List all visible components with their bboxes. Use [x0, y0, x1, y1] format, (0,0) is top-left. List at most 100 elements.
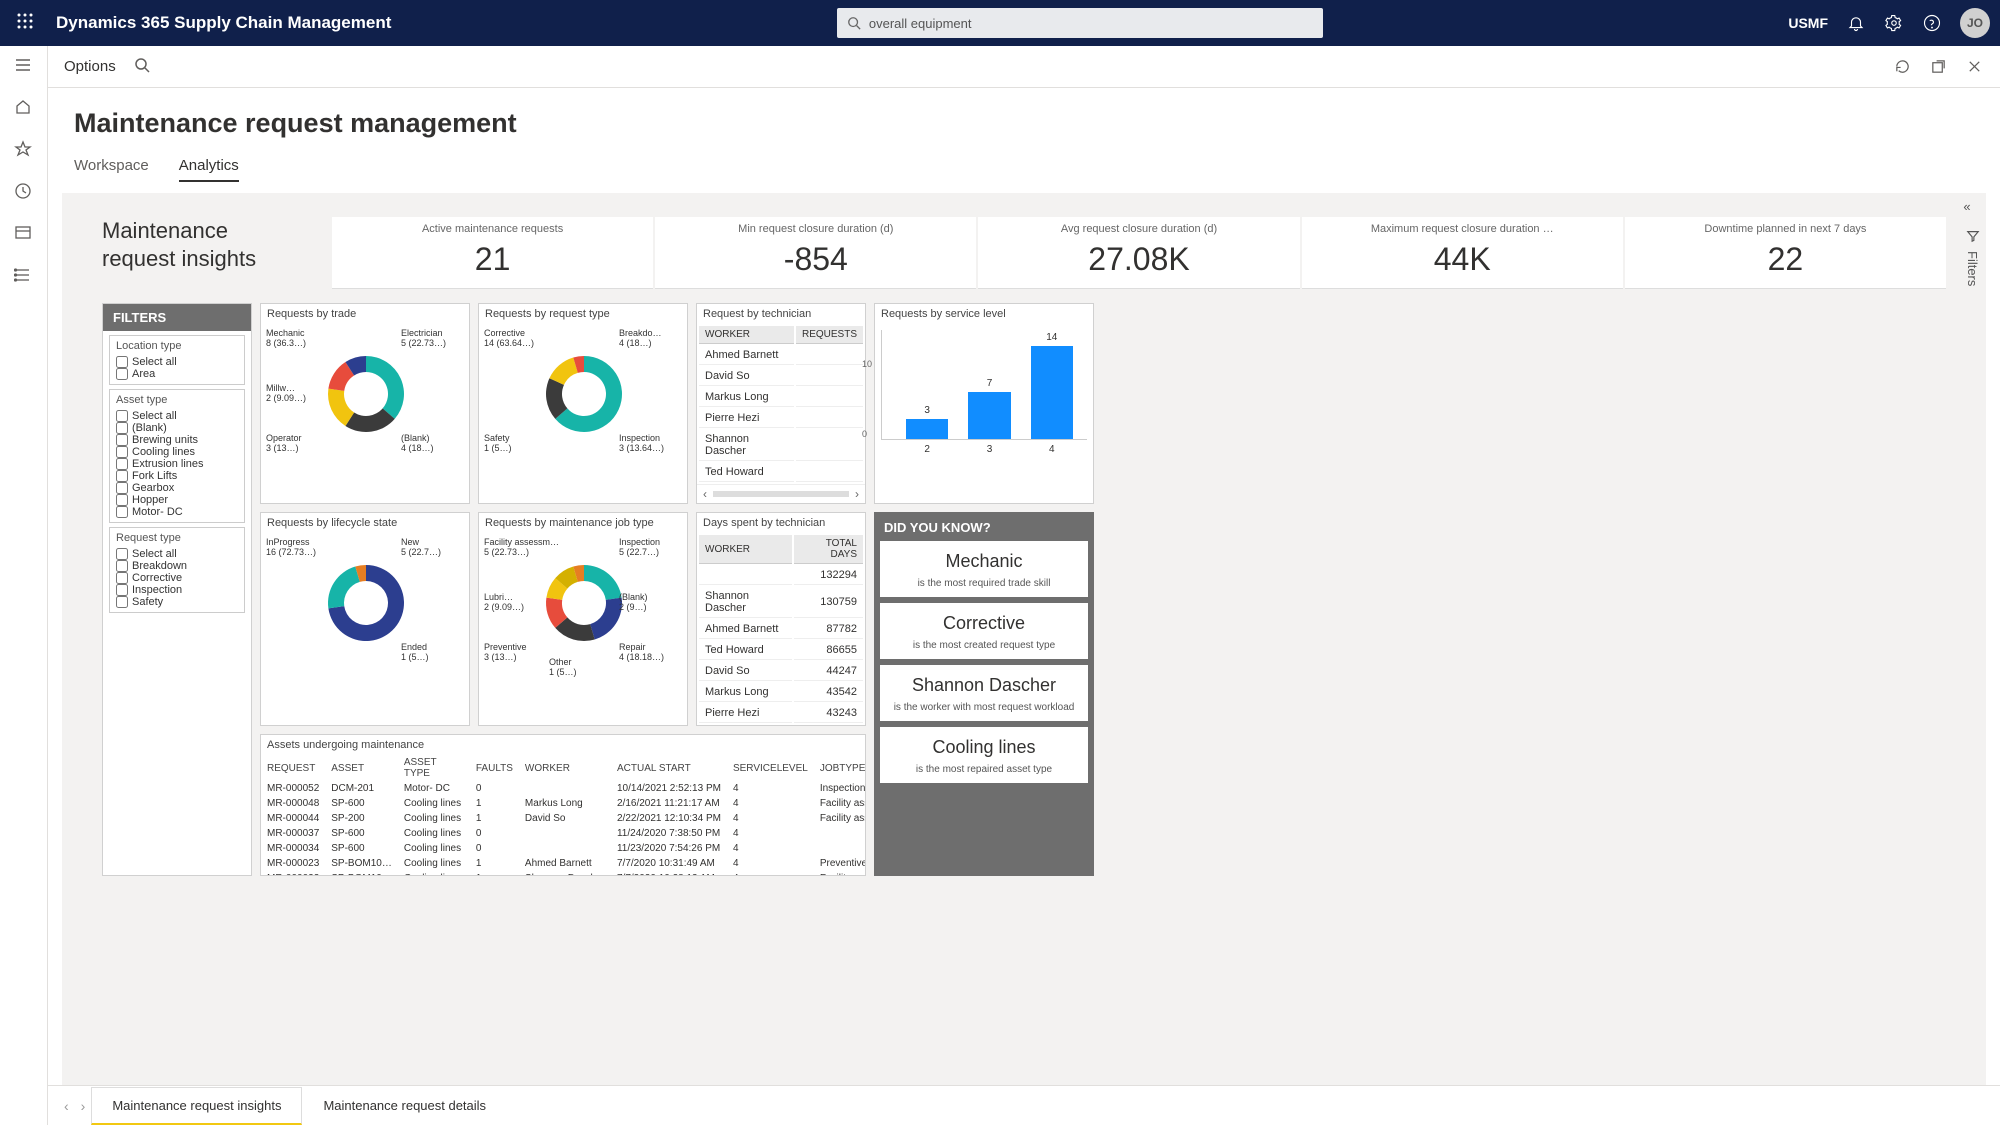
dashboard-area: « Filters Maintenance request insights A… [62, 193, 1986, 1085]
dashboard-title: Maintenance request insights [102, 217, 302, 272]
filter-section: Location typeSelect allArea [109, 335, 245, 385]
kpi-card[interactable]: Active maintenance requests21 [332, 217, 653, 289]
filter-option[interactable]: Select all [116, 548, 238, 560]
bar[interactable]: 144 [1031, 346, 1073, 439]
chart-label: Preventive3 (13…) [484, 643, 527, 663]
modules-icon[interactable] [14, 266, 34, 286]
filter-option[interactable]: Brewing units [116, 434, 238, 446]
hamburger-icon[interactable] [14, 56, 34, 76]
scroll-left-icon[interactable]: ‹ [703, 487, 707, 501]
chart-label: Repair4 (18.18…) [619, 643, 664, 663]
chart-label: Corrective14 (63.64…) [484, 329, 534, 349]
search-value: overall equipment [869, 16, 972, 31]
table-row[interactable]: David So [699, 367, 863, 386]
settings-icon[interactable] [1884, 13, 1904, 33]
collapse-filters-icon[interactable]: « [1954, 199, 1980, 214]
filter-option[interactable]: Fork Lifts [116, 470, 238, 482]
table-row[interactable]: Markus Long [699, 388, 863, 407]
chart-label: Ended1 (5…) [401, 643, 429, 663]
card-assets[interactable]: Assets undergoing maintenance REQUESTASS… [260, 734, 866, 876]
page-tabs: Workspace Analytics [74, 157, 1974, 183]
table-row[interactable]: Ahmed Barnett [699, 346, 863, 365]
table-row[interactable]: Pierre Hezi [699, 409, 863, 428]
table-row[interactable]: Shannon Dascher [699, 430, 863, 461]
table-row[interactable]: Ted Howard86655 [699, 641, 863, 660]
table-row[interactable]: MR-000023SP-BOM10…Cooling lines1Ahmed Ba… [261, 856, 865, 871]
card-service-level[interactable]: Requests by service level 0 10 3273144 [874, 303, 1094, 504]
workspaces-icon[interactable] [14, 224, 34, 244]
company-code[interactable]: USMF [1788, 15, 1828, 31]
favorites-icon[interactable] [14, 140, 34, 160]
did-you-know-panel: DID YOU KNOW? Mechanicis the most requir… [874, 512, 1094, 876]
table-row[interactable]: David So44247 [699, 662, 863, 681]
filter-option[interactable]: Extrusion lines [116, 458, 238, 470]
user-avatar[interactable]: JO [1960, 8, 1990, 38]
card-reqtype[interactable]: Requests by request type Corrective14 (6… [478, 303, 688, 504]
kpi-card[interactable]: Avg request closure duration (d)27.08K [978, 217, 1299, 289]
help-icon[interactable] [1922, 13, 1942, 33]
card-lifecycle[interactable]: Requests by lifecycle state InProgress16… [260, 512, 470, 726]
notifications-icon[interactable] [1846, 13, 1866, 33]
refresh-icon[interactable] [1894, 58, 1912, 76]
bar[interactable]: 32 [906, 419, 948, 439]
card-tech-days[interactable]: Days spent by technician WORKERTOTAL DAY… [696, 512, 866, 726]
options-menu[interactable]: Options [64, 58, 116, 75]
left-nav [0, 46, 48, 1125]
tab-nav-next-icon[interactable]: › [75, 1098, 92, 1114]
table-row[interactable]: 132294 [699, 566, 863, 585]
report-tab-insights[interactable]: Maintenance request insights [91, 1087, 302, 1125]
filter-option[interactable]: Select all [116, 410, 238, 422]
filter-option[interactable]: Corrective [116, 572, 238, 584]
table-row[interactable]: Pierre Hezi43243 [699, 704, 863, 723]
dyk-card: Shannon Dascheris the worker with most r… [880, 665, 1088, 721]
bar[interactable]: 73 [968, 392, 1010, 439]
home-icon[interactable] [14, 98, 34, 118]
app-title: Dynamics 365 Supply Chain Management [56, 13, 391, 33]
card-trade[interactable]: Requests by trade Mechanic8 (36.3…)Elect… [260, 303, 470, 504]
table-row[interactable]: MR-000022SP-BOM10…Cooling lines1Shannon … [261, 871, 865, 875]
app-launcher-icon[interactable] [10, 13, 40, 34]
chart-label: Inspection3 (13.64…) [619, 434, 664, 454]
table-row[interactable]: MR-000034SP-600Cooling lines011/23/2020 … [261, 841, 865, 856]
tab-nav-prev-icon[interactable]: ‹ [58, 1098, 75, 1114]
chart-label: InProgress16 (72.73…) [266, 538, 316, 558]
filter-option[interactable]: Cooling lines [116, 446, 238, 458]
table-row[interactable]: Ahmed Barnett87782 [699, 620, 863, 639]
search-command-icon[interactable] [134, 57, 150, 76]
tab-analytics[interactable]: Analytics [179, 157, 239, 182]
table-row[interactable]: MR-000052DCM-201Motor- DC010/14/2021 2:5… [261, 781, 865, 796]
recent-icon[interactable] [14, 182, 34, 202]
table-row[interactable]: MR-000048SP-600Cooling lines1Markus Long… [261, 796, 865, 811]
card-jobtype[interactable]: Requests by maintenance job type Facilit… [478, 512, 688, 726]
filter-option[interactable]: Hopper [116, 494, 238, 506]
filter-option[interactable]: Inspection [116, 584, 238, 596]
filter-option[interactable]: Motor- DC [116, 506, 238, 518]
kpi-card[interactable]: Downtime planned in next 7 days22 [1625, 217, 1946, 289]
table-row[interactable]: Shannon Dascher130759 [699, 587, 863, 618]
chart-label: (Blank)4 (18…) [401, 434, 434, 454]
filter-option[interactable]: Safety [116, 596, 238, 608]
filter-option[interactable]: Breakdown [116, 560, 238, 572]
scroll-right-icon[interactable]: › [855, 487, 859, 501]
close-icon[interactable] [1966, 58, 1984, 76]
table-row[interactable]: Markus Long43542 [699, 683, 863, 702]
popout-icon[interactable] [1930, 58, 1948, 76]
kpi-card[interactable]: Maximum request closure duration …44K [1302, 217, 1623, 289]
chart-label: Other1 (5…) [549, 658, 577, 678]
filters-panel-toggle[interactable]: Filters [1965, 229, 1980, 286]
tab-workspace[interactable]: Workspace [74, 157, 149, 182]
chart-label: (Blank)2 (9…) [619, 593, 648, 613]
chart-label: Breakdo…4 (18…) [619, 329, 662, 349]
search-input[interactable]: overall equipment [837, 8, 1323, 38]
report-tabs: ‹ › Maintenance request insights Mainten… [48, 1085, 2000, 1125]
filter-option[interactable]: Gearbox [116, 482, 238, 494]
kpi-card[interactable]: Min request closure duration (d)-854 [655, 217, 976, 289]
report-tab-details[interactable]: Maintenance request details [302, 1087, 507, 1124]
filter-option[interactable]: (Blank) [116, 422, 238, 434]
card-tech-requests[interactable]: Request by technician WORKERREQUESTS Ahm… [696, 303, 866, 504]
filter-option[interactable]: Area [116, 368, 238, 380]
table-row[interactable]: Ted Howard [699, 463, 863, 482]
table-row[interactable]: MR-000044SP-200Cooling lines1David So2/2… [261, 811, 865, 826]
filter-option[interactable]: Select all [116, 356, 238, 368]
table-row[interactable]: MR-000037SP-600Cooling lines011/24/2020 … [261, 826, 865, 841]
